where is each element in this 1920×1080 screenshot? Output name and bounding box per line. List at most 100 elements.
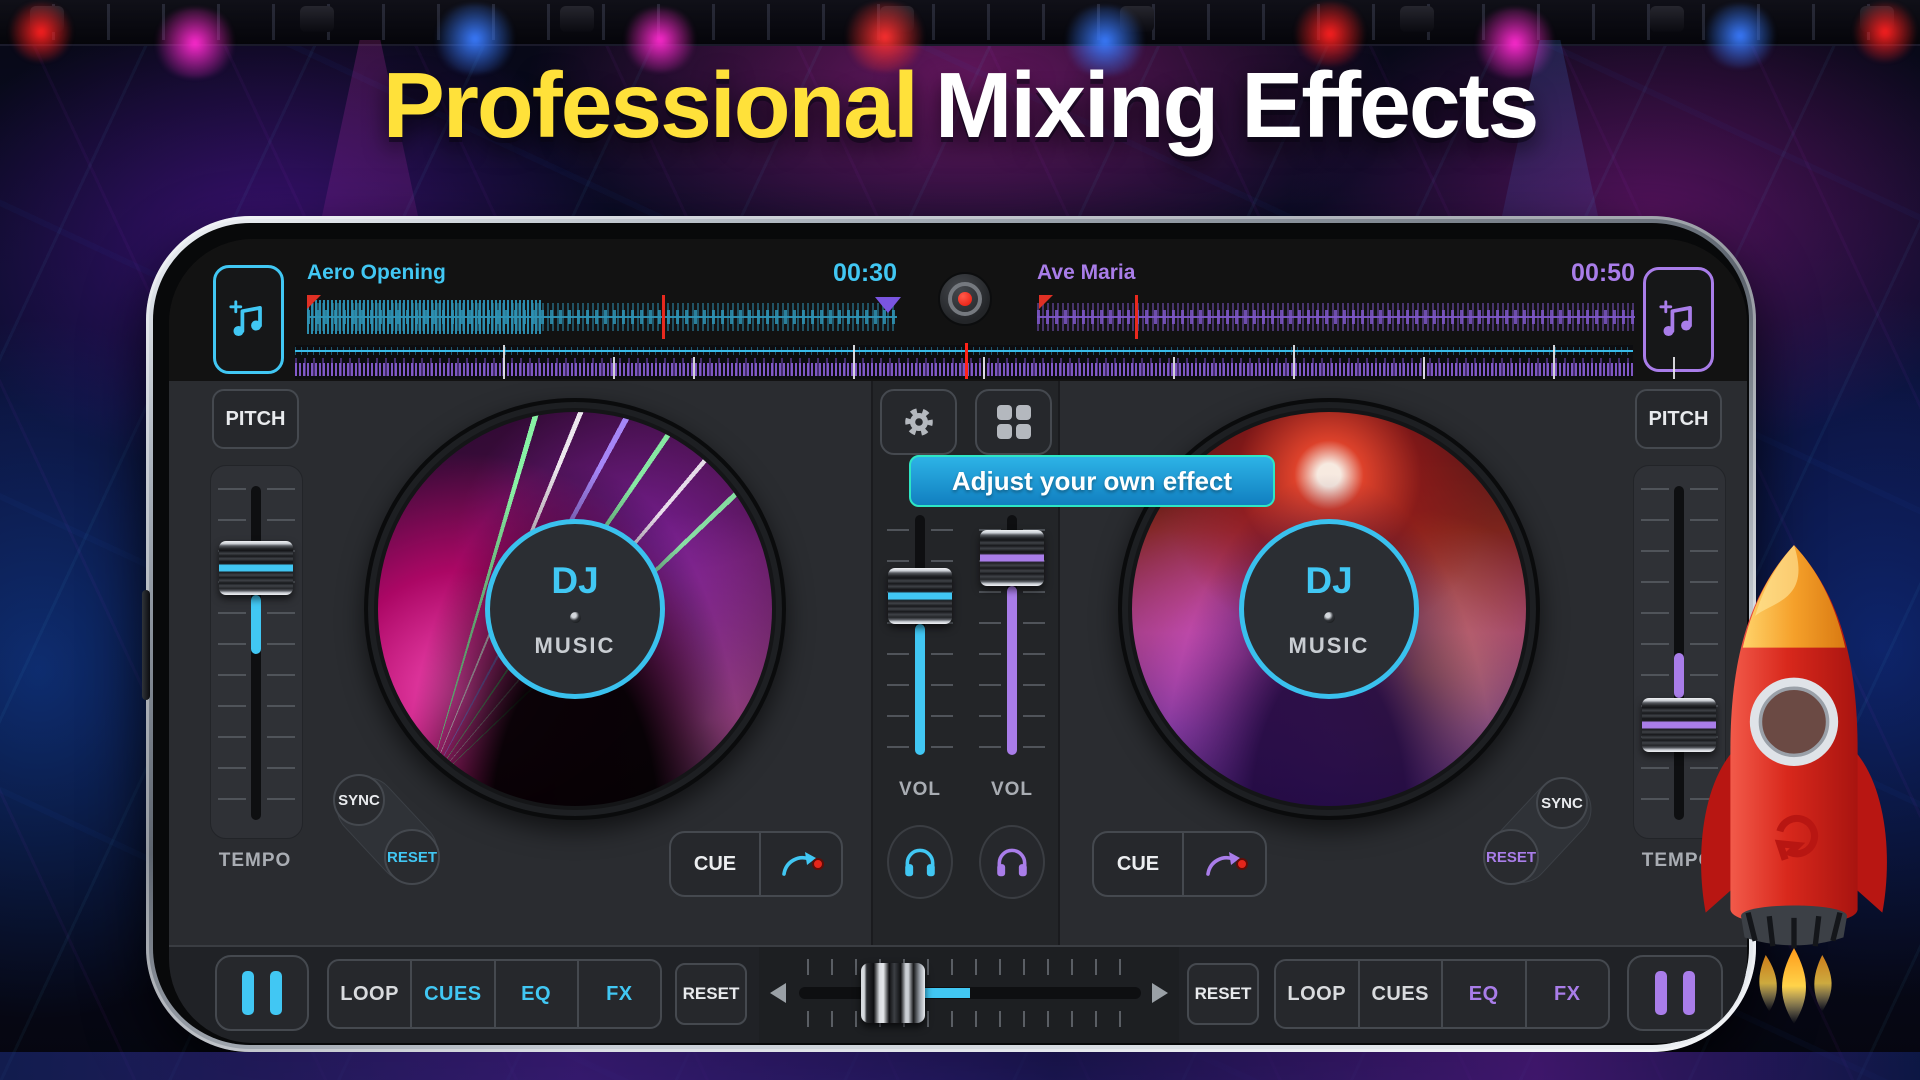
cue-button-right[interactable]: CUE — [1094, 833, 1182, 895]
waveform-right[interactable] — [1037, 295, 1635, 339]
hub-subtitle: MUSIC — [1289, 633, 1370, 659]
transport-bar: Aero Opening 00:30 Ave Maria — [169, 239, 1747, 381]
add-track-left-button[interactable] — [213, 265, 284, 374]
title-rest: Mixing Effects — [935, 53, 1537, 157]
fx-tab-right[interactable]: FX — [1525, 961, 1609, 1027]
headphone-cue-right-button[interactable] — [979, 825, 1045, 899]
loop-marker-icon — [875, 297, 901, 313]
crossfader-ticks — [807, 959, 1133, 975]
crossfader-reset-left-button[interactable]: RESET — [675, 963, 747, 1025]
cues-tab-right[interactable]: CUES — [1358, 961, 1442, 1027]
vol-fill-left — [915, 624, 925, 755]
loop-tab-left[interactable]: LOOP — [329, 961, 410, 1027]
gear-icon — [900, 403, 938, 441]
time-elapsed-left: 00:30 — [769, 259, 897, 288]
crossfader-track[interactable] — [799, 987, 1141, 999]
phone-mockup: Aero Opening 00:30 Ave Maria — [146, 216, 1756, 1052]
music-note-add-icon — [227, 298, 271, 342]
stage-floor — [0, 1052, 1920, 1080]
eq-tab-left[interactable]: EQ — [494, 961, 577, 1027]
stage-lamp — [560, 6, 594, 32]
tempo-label-left: TEMPO — [195, 850, 315, 872]
vol-ticks — [931, 529, 953, 755]
cue-marker — [1135, 295, 1138, 339]
stage-lamp — [300, 6, 334, 32]
vol-knob-left[interactable] — [888, 568, 952, 624]
cue-group-left: CUE — [669, 831, 843, 897]
sync-button-left[interactable]: SYNC — [333, 774, 385, 826]
grid-icon — [997, 405, 1031, 439]
jog-wheel-left[interactable]: DJ MUSIC — [364, 398, 786, 820]
phone-side-button — [142, 590, 150, 700]
vol-label-right: VOL — [952, 779, 1072, 801]
hub-title: DJ — [1305, 560, 1352, 602]
rocket-icon — [1688, 538, 1900, 1029]
record-dot-icon — [958, 292, 972, 306]
stage-lamp — [1400, 6, 1434, 32]
pause-icon — [242, 971, 254, 1015]
crossfader-ticks — [807, 1011, 1133, 1027]
jog-hub-right: DJ MUSIC — [1239, 519, 1419, 699]
crossfader-fill — [925, 988, 970, 998]
vol-fill-right — [1007, 586, 1017, 755]
stage: ProfessionalMixing Effects Aero Op — [0, 0, 1920, 1080]
cue-group-right: CUE — [1092, 831, 1267, 897]
light-truss — [0, 0, 1920, 46]
tempo-slider-left[interactable] — [210, 465, 303, 839]
cue-flag-icon — [1039, 295, 1053, 309]
crossfader-knob[interactable] — [861, 963, 925, 1023]
spindle-icon — [570, 612, 581, 623]
jump-record-button-left[interactable] — [761, 833, 841, 895]
cue-flag-icon — [307, 295, 321, 309]
fx-tab-left[interactable]: FX — [577, 961, 660, 1027]
time-elapsed-right: 00:50 — [1507, 259, 1635, 288]
reset-button-left[interactable]: RESET — [384, 829, 440, 885]
headphone-cue-left-button[interactable] — [887, 825, 953, 899]
hub-title: DJ — [551, 560, 598, 602]
curved-arrow-record-icon — [1202, 846, 1248, 882]
cue-button-left[interactable]: CUE — [671, 833, 759, 895]
spindle-icon — [1324, 612, 1335, 623]
cues-tab-left[interactable]: CUES — [410, 961, 493, 1027]
vol-knob-right[interactable] — [980, 530, 1044, 586]
pitch-button-left[interactable]: PITCH — [212, 389, 299, 449]
jog-hub-left: DJ MUSIC — [485, 519, 665, 699]
phone-bezel: Aero Opening 00:30 Ave Maria — [153, 223, 1749, 1045]
cue-marker — [662, 295, 665, 339]
effects-grid-button[interactable] — [975, 389, 1052, 455]
loop-tab-right[interactable]: LOOP — [1276, 961, 1358, 1027]
hub-subtitle: MUSIC — [535, 633, 616, 659]
music-note-add-icon — [1657, 298, 1701, 342]
sync-button-right[interactable]: SYNC — [1536, 777, 1588, 829]
stage-lamp — [1650, 6, 1684, 32]
pause-icon — [1655, 971, 1667, 1015]
eq-tab-right[interactable]: EQ — [1441, 961, 1525, 1027]
overview-strip-bottom[interactable] — [295, 357, 1633, 379]
global-playhead — [965, 343, 968, 379]
pause-icon — [270, 971, 282, 1015]
headphones-icon — [901, 843, 939, 881]
record-button[interactable] — [938, 272, 992, 326]
pitch-button-right[interactable]: PITCH — [1635, 389, 1722, 449]
curved-arrow-record-icon — [778, 846, 824, 882]
overview-strip-top[interactable] — [295, 345, 1633, 357]
vol-ticks — [887, 529, 909, 755]
effect-tooltip: Adjust your own effect — [909, 455, 1275, 507]
settings-button[interactable] — [880, 389, 957, 455]
mode-group-left: LOOP CUES EQ FX — [327, 959, 662, 1029]
reset-button-right[interactable]: RESET — [1483, 829, 1539, 885]
tempo-knob-left[interactable] — [219, 541, 293, 595]
crossfader-reset-right-button[interactable]: RESET — [1187, 963, 1259, 1025]
page-title: ProfessionalMixing Effects — [0, 52, 1920, 159]
track-name-right: Ave Maria — [1037, 261, 1135, 285]
title-highlight: Professional — [383, 53, 917, 157]
play-pause-left-button[interactable] — [215, 955, 309, 1031]
crossfader-left-arrow-icon[interactable] — [770, 983, 786, 1003]
crossfader-right-arrow-icon[interactable] — [1152, 983, 1168, 1003]
app-screen: Aero Opening 00:30 Ave Maria — [169, 239, 1747, 1043]
jump-record-button-right[interactable] — [1184, 833, 1265, 895]
mode-group-right: LOOP CUES EQ FX — [1274, 959, 1610, 1029]
track-name-left: Aero Opening — [307, 261, 446, 285]
add-track-right-button[interactable] — [1643, 267, 1714, 372]
waveform-left[interactable] — [307, 295, 897, 339]
